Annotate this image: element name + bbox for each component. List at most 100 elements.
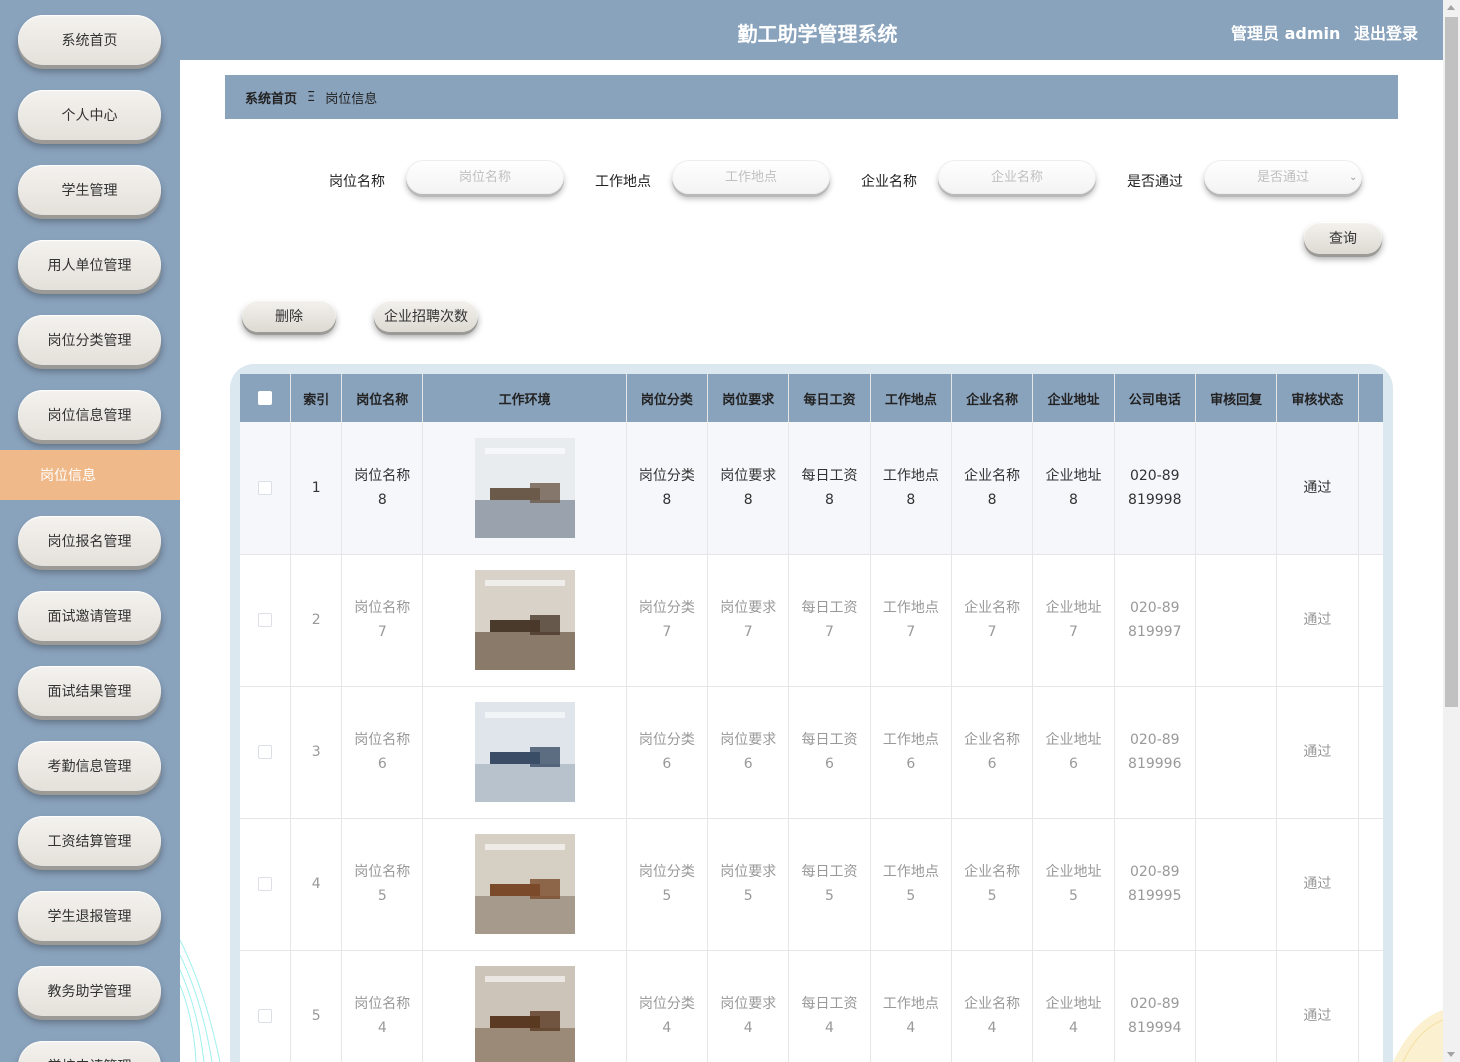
cell-text: 岗位分类6 <box>638 732 695 772</box>
cell-text: 通过 <box>1303 612 1332 628</box>
row-select-cell[interactable] <box>240 422 292 555</box>
sidebar-item-students[interactable]: 学生管理 <box>18 165 161 215</box>
sidebar-item-withdrawals[interactable]: 学生退报管理 <box>18 891 161 941</box>
cell-wage: 每日工资6 <box>788 686 871 819</box>
vertical-scrollbar[interactable] <box>1443 0 1460 1062</box>
location-label: 工作地点 <box>595 174 651 190</box>
sidebar-item-profile[interactable]: 个人中心 <box>18 90 161 140</box>
cell-text: 企业名称5 <box>964 864 1021 904</box>
row-checkbox[interactable] <box>258 1009 273 1023</box>
row-select-cell[interactable] <box>240 950 292 1062</box>
sidebar-item-employers[interactable]: 用人单位管理 <box>18 240 161 290</box>
row-checkbox[interactable] <box>258 745 273 759</box>
passed-select[interactable] <box>1204 160 1362 194</box>
table-row: 2 岗位名称7 岗位分类7 岗位要求7 每日工资7 工作地点7 企业名称7 企业地址7 020-… <box>240 554 1383 687</box>
environment-image[interactable] <box>474 437 575 538</box>
cell-phone: 020-89819995 <box>1114 818 1196 951</box>
top-bar: 勤工助学管理系统 管理员 admin 退出登录 <box>180 0 1443 60</box>
cell-wage: 每日工资8 <box>788 422 871 555</box>
cell-op[interactable]: 审核 <box>1358 818 1383 951</box>
sidebar-item-interview-invites[interactable]: 面试邀请管理 <box>18 591 161 641</box>
cell-company: 企业名称5 <box>951 818 1034 951</box>
cell-status: 通过 <box>1276 950 1359 1062</box>
col-company: 企业名称 <box>951 374 1034 422</box>
cell-index: 2 <box>290 554 343 687</box>
scroll-thumb[interactable] <box>1445 17 1458 707</box>
cell-text: 企业地址6 <box>1045 732 1102 772</box>
cell-text: 岗位分类4 <box>638 996 695 1036</box>
cell-phone: 020-89819997 <box>1114 554 1196 687</box>
cell-text: 通过 <box>1303 744 1332 760</box>
job-name-label: 岗位名称 <box>329 174 385 190</box>
cell-address: 企业地址6 <box>1032 686 1115 819</box>
row-select-cell[interactable] <box>240 686 292 819</box>
cell-text: 020-89819997 <box>1128 600 1182 640</box>
environment-image[interactable] <box>474 570 575 670</box>
row-select-cell[interactable] <box>240 818 292 951</box>
cell-op[interactable]: 审核 <box>1358 950 1383 1062</box>
cell-status: 通过 <box>1276 554 1359 687</box>
cell-address: 企业地址7 <box>1032 554 1115 687</box>
passed-label: 是否通过 <box>1127 174 1183 190</box>
scroll-up-icon[interactable] <box>1447 5 1455 10</box>
environment-image[interactable] <box>474 966 575 1062</box>
cell-op[interactable]: 审核 <box>1358 554 1383 687</box>
sidebar-item-academic-aid[interactable]: 教务助学管理 <box>18 966 161 1016</box>
table-row: 5 岗位名称4 岗位分类4 岗位要求4 每日工资4 工作地点4 企业名称4 企业地址4 020-… <box>240 950 1383 1062</box>
cell-op[interactable]: 审核 <box>1358 686 1383 819</box>
breadcrumb-home[interactable]: 系统首页 <box>245 88 297 107</box>
cell-text: 岗位要求5 <box>720 864 777 904</box>
environment-image[interactable] <box>474 702 575 802</box>
cell-category: 岗位分类8 <box>626 422 709 555</box>
cell-requirement: 岗位要求6 <box>707 686 790 819</box>
sidebar-subitem-job-info-active[interactable]: 岗位信息 <box>0 450 180 500</box>
sidebar-item-home[interactable]: 系统首页 <box>18 15 161 65</box>
logout-link[interactable]: 退出登录 <box>1354 24 1418 43</box>
sidebar-item-school-applications[interactable]: 学校申请管理 <box>18 1041 161 1062</box>
col-job-name: 岗位名称 <box>341 374 424 422</box>
cell-location: 工作地点7 <box>870 554 952 687</box>
select-all-checkbox[interactable] <box>258 391 273 405</box>
environment-cell <box>422 422 627 555</box>
decoration-corner <box>1393 990 1443 1062</box>
cell-name: 岗位名称7 <box>341 554 424 687</box>
cell-text: 岗位分类8 <box>638 467 695 508</box>
row-checkbox[interactable] <box>258 613 273 627</box>
company-input[interactable] <box>938 160 1096 194</box>
row-select-cell[interactable] <box>240 554 292 687</box>
sidebar-item-job-categories[interactable]: 岗位分类管理 <box>18 315 161 365</box>
cell-text: 企业名称6 <box>964 732 1021 772</box>
cell-index: 1 <box>290 422 343 555</box>
cell-location: 工作地点5 <box>870 818 952 951</box>
col-environment: 工作环境 <box>422 374 627 422</box>
sidebar-item-applications[interactable]: 岗位报名管理 <box>18 516 161 566</box>
scroll-down-icon[interactable] <box>1447 1052 1455 1057</box>
cell-text: 岗位名称7 <box>354 600 411 640</box>
cell-text: 020-89819996 <box>1128 732 1182 772</box>
location-input[interactable] <box>672 160 830 194</box>
sidebar-item-job-info[interactable]: 岗位信息管理 <box>18 390 161 440</box>
query-button[interactable]: 查询 <box>1304 222 1382 254</box>
cell-text: 岗位要求6 <box>720 732 777 772</box>
cell-category: 岗位分类5 <box>626 818 709 951</box>
cell-index: 4 <box>290 818 343 951</box>
row-checkbox[interactable] <box>258 877 273 891</box>
select-all-header[interactable] <box>240 374 292 422</box>
recruitment-stats-button[interactable]: 企业招聘次数 <box>374 300 478 332</box>
job-name-input[interactable] <box>406 160 564 194</box>
sidebar-item-salary[interactable]: 工资结算管理 <box>18 816 161 866</box>
cell-text: 工作地点4 <box>882 996 939 1036</box>
cell-text: 每日工资8 <box>801 467 858 508</box>
row-checkbox[interactable] <box>258 480 273 495</box>
cell-category: 岗位分类6 <box>626 686 709 819</box>
cell-wage: 每日工资4 <box>788 950 871 1062</box>
sidebar-item-interview-results[interactable]: 面试结果管理 <box>18 666 161 716</box>
cell-op[interactable]: 审核 <box>1358 422 1383 555</box>
cell-name: 岗位名称8 <box>341 422 424 555</box>
environment-image[interactable] <box>474 834 575 934</box>
sidebar-item-attendance[interactable]: 考勤信息管理 <box>18 741 161 791</box>
sidebar: 系统首页 个人中心 学生管理 用人单位管理 岗位分类管理 岗位信息管理 岗位信息… <box>0 0 180 1062</box>
delete-button[interactable]: 删除 <box>242 300 336 332</box>
cell-text: 通过 <box>1303 1008 1332 1024</box>
table-row: 1 岗位名称8 岗位分类8 岗位要求8 每日工资8 工作地点8 企业名称8 企业地址8 020-… <box>240 422 1383 555</box>
